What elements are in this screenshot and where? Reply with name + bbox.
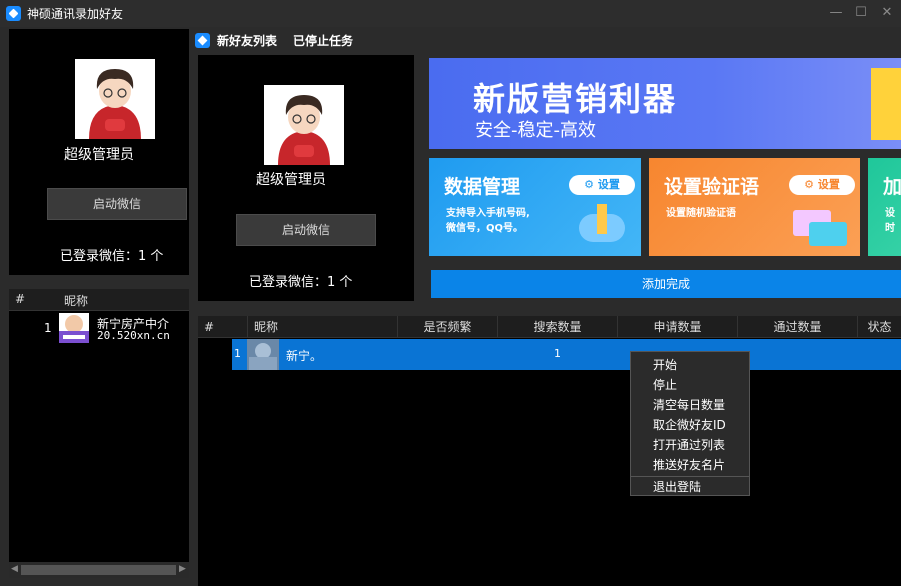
row-search-count: 1 xyxy=(554,347,561,360)
left-account-panel: 超级管理员 启动微信 已登录微信：1 个 xyxy=(9,29,189,275)
tab-new-friends[interactable]: 新好友列表 xyxy=(217,32,277,49)
menu-start[interactable]: 开始 xyxy=(653,356,677,373)
banner-decoration xyxy=(871,68,901,140)
card-title: 设置验证语 xyxy=(664,176,760,198)
contact-avatar xyxy=(59,313,89,343)
minimize-button[interactable]: — xyxy=(826,4,846,22)
menu-push-card[interactable]: 推送好友名片 xyxy=(653,456,725,473)
header-num: # xyxy=(15,292,26,306)
col-pass-count[interactable]: 通过数量 xyxy=(738,316,858,338)
account-panel: 超级管理员 启动微信 已登录微信：1 个 xyxy=(198,55,414,301)
table-header: # 昵称 是否频繁 搜索数量 申请数量 通过数量 状态 xyxy=(198,316,901,338)
card-desc: 设置随机验证语 xyxy=(666,208,736,219)
col-nickname[interactable]: 昵称 xyxy=(248,316,398,338)
logged-in-count: 已登录微信：1 个 xyxy=(60,249,164,264)
menu-divider xyxy=(631,476,749,477)
list-item-num: 1 xyxy=(44,321,52,335)
card-desc: 支持导入手机号码, 微信号，QQ号。 xyxy=(446,208,530,234)
tab-stopped-tasks[interactable]: 已停止任务 xyxy=(293,32,353,49)
admin-avatar xyxy=(75,59,155,139)
start-wechat-button[interactable]: 启动微信 xyxy=(47,188,187,220)
title-bar: 神硕通讯录加好友 — ☐ ✕ xyxy=(0,0,901,27)
logged-in-count-2: 已登录微信：1 个 xyxy=(249,275,353,290)
admin-avatar-2 xyxy=(264,85,344,165)
list-header: # 昵称 xyxy=(9,289,189,311)
header-nickname: 昵称 xyxy=(64,294,89,308)
row-num: 1 xyxy=(234,347,241,360)
app-logo-icon xyxy=(6,6,21,21)
col-frequent[interactable]: 是否频繁 xyxy=(398,316,498,338)
card-title: 加 xyxy=(883,176,901,198)
settings-button[interactable]: ⚙ 设置 xyxy=(569,175,635,195)
add-done-button[interactable]: 添加完成 xyxy=(431,270,901,298)
menu-clear-daily[interactable]: 清空每日数量 xyxy=(653,396,725,413)
horizontal-scrollbar[interactable]: ◀ ▶ xyxy=(9,562,189,578)
scrollbar-thumb[interactable] xyxy=(21,565,176,575)
banner-title: 新版营销利器 xyxy=(473,80,678,118)
table-row[interactable]: 1 新宁。 1 xyxy=(232,339,901,370)
banner-subtitle: 安全-稳定-高效 xyxy=(475,120,596,141)
card-partial[interactable]: 加 设时 xyxy=(868,158,901,256)
list-item[interactable]: 1 新宁房产中介 20.520xn.cn xyxy=(9,313,189,345)
friend-avatar xyxy=(247,339,279,370)
nav-logo-icon xyxy=(195,33,210,48)
wechat-account-list: # 昵称 1 新宁房产中介 20.520xn.cn ◀ ▶ xyxy=(9,289,189,578)
friends-table: # 昵称 是否频繁 搜索数量 申请数量 通过数量 状态 1 新宁。 1 xyxy=(198,316,901,586)
col-apply-count[interactable]: 申请数量 xyxy=(618,316,738,338)
start-wechat-button-2[interactable]: 启动微信 xyxy=(236,214,376,246)
col-search-count[interactable]: 搜索数量 xyxy=(498,316,618,338)
close-button[interactable]: ✕ xyxy=(877,4,897,22)
menu-open-passed-list[interactable]: 打开通过列表 xyxy=(653,436,725,453)
menu-stop[interactable]: 停止 xyxy=(653,376,677,393)
maximize-button[interactable]: ☐ xyxy=(851,4,871,22)
cloud-upload-icon xyxy=(579,204,625,244)
chat-bubbles-icon xyxy=(793,204,849,248)
card-verification[interactable]: 设置验证语 ⚙ 设置 设置随机验证语 xyxy=(649,158,860,256)
settings-button[interactable]: ⚙ 设置 xyxy=(789,175,855,195)
scroll-left-icon[interactable]: ◀ xyxy=(11,564,18,574)
menu-logout[interactable]: 退出登陆 xyxy=(653,478,701,495)
scroll-right-icon[interactable]: ▶ xyxy=(179,564,186,574)
admin-name: 超级管理员 xyxy=(64,147,134,163)
card-data-management[interactable]: 数据管理 ⚙ 设置 支持导入手机号码, 微信号，QQ号。 xyxy=(429,158,641,256)
window-title: 神硕通讯录加好友 xyxy=(27,7,124,21)
col-status[interactable]: 状态 xyxy=(858,316,901,338)
list-item-sub: 20.520xn.cn xyxy=(97,329,170,342)
row-nickname: 新宁。 xyxy=(286,349,323,363)
menu-get-enterprise-id[interactable]: 取企微好友ID xyxy=(653,416,726,433)
context-menu: 开始 停止 清空每日数量 取企微好友ID 打开通过列表 推送好友名片 退出登陆 xyxy=(630,351,750,496)
col-num[interactable]: # xyxy=(198,316,248,338)
promo-banner[interactable]: 新版营销利器 安全-稳定-高效 xyxy=(429,58,901,149)
card-title: 数据管理 xyxy=(444,176,521,198)
admin-name-2: 超级管理员 xyxy=(256,172,326,188)
card-desc: 设时 xyxy=(885,208,895,234)
